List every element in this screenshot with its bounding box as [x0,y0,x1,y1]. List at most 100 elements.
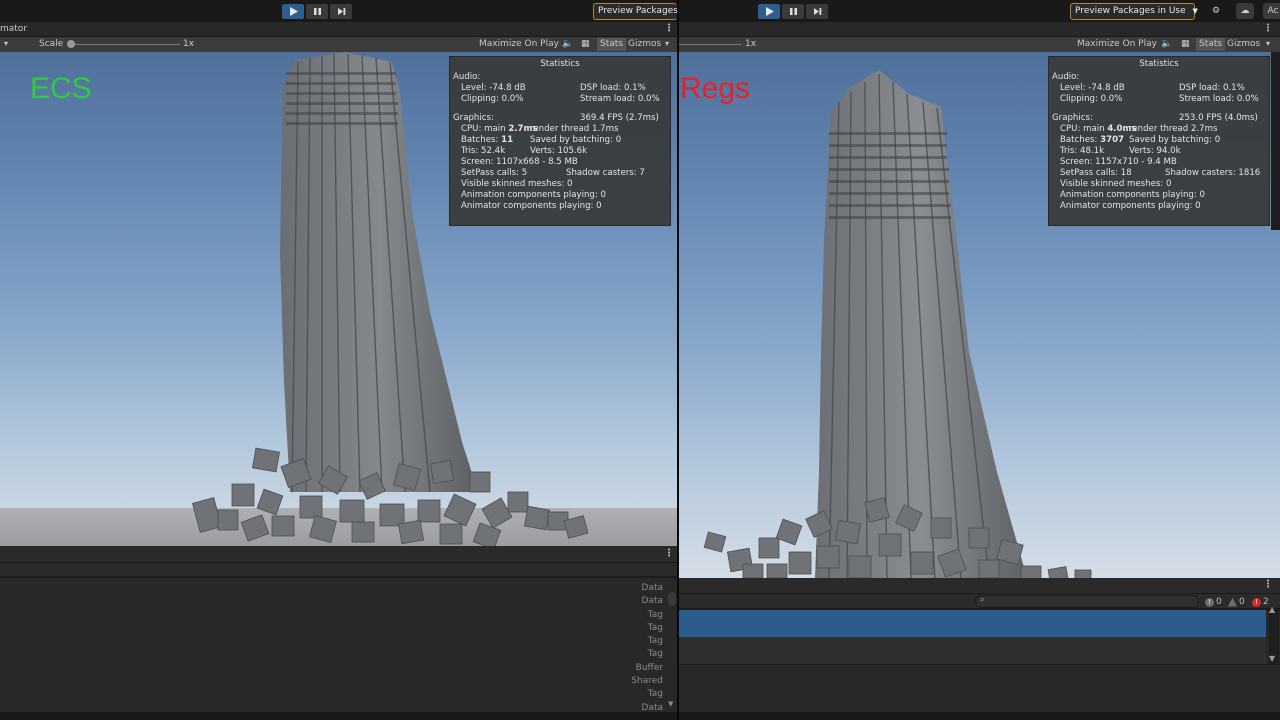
game-tab-row: ⋮ [679,22,1280,37]
audio-header: Audio: [453,72,481,82]
step-button[interactable] [330,4,352,19]
mute-audio-icon[interactable]: 🔈 [562,39,573,49]
cloud-icon[interactable]: ☁ [1236,3,1254,19]
scale-slider-track[interactable] [679,44,741,45]
saved-by-batching: Saved by batching: 0 [530,135,622,145]
screen-info: Screen: 1107x668 - 8.5 MB [461,157,578,167]
scale-slider-handle[interactable] [67,40,75,48]
graphics-header: Graphics: [453,113,494,123]
more-options-icon[interactable]: ⋮ [664,23,674,34]
status-bar [0,712,677,720]
component-type-column: Data Data Tag Tag Tag Tag Buffer Shared … [631,582,663,715]
step-button[interactable] [806,4,828,19]
scroll-down-arrow-icon[interactable]: ▼ [1269,654,1275,663]
scroll-down-arrow-icon[interactable]: ▼ [668,700,673,708]
visible-skinned-meshes: Visible skinned meshes: 0 [461,179,573,189]
dsp-load: DSP load: 0.1% [1179,83,1245,93]
game-viewport[interactable]: ECS Statistics Audio: Level: -74.8 dB DSP… [0,52,677,546]
maximize-on-play-toggle[interactable]: Maximize On Play [1077,39,1157,49]
shadow-casters: Shadow casters: 1816 [1165,168,1261,178]
account-button[interactable]: Ac [1263,3,1280,19]
mute-audio-icon[interactable]: 🔈 [1161,39,1172,49]
viewport-scrollbar[interactable] [1271,52,1280,230]
component-type: Data [641,596,664,607]
pause-button[interactable] [782,4,804,19]
pause-icon [789,8,797,15]
window-tab-title[interactable]: mator [0,24,27,34]
clipping: Clipping: 0.0% [1060,94,1123,104]
batches-prefix: Batches: [1060,135,1101,145]
tris: Tris: 52.4k [461,146,506,156]
fps-readout: 369.4 FPS (2.7ms) [580,113,659,123]
console-toolbar: ⌕ ! 0 0 ! 2 [679,594,1280,609]
scale-slider-track[interactable] [70,44,180,45]
console-options-icon[interactable]: ⋮ [1263,579,1273,590]
play-button[interactable] [282,4,304,19]
stats-toggle[interactable]: Stats [597,38,626,51]
gizmos-chevron-icon[interactable]: ▾ [1266,39,1270,48]
component-type: Tag [647,622,663,633]
component-type: Data [641,583,664,593]
stats-toggle[interactable]: Stats [1196,38,1225,51]
game-view-toolbar: 1x Maximize On Play 🔈 ▦ Stats Gizmos ▾ [679,37,1280,52]
bottom-panel-options-icon[interactable]: ⋮ [664,548,674,559]
component-list: Data Data Tag Tag Tag Tag Buffer Shared … [0,578,677,715]
dropdown-arrow-icon[interactable]: ▾ [4,39,8,48]
game-viewport[interactable]: Regs Statistics Audio: Level: -74.8 dB DS… [679,52,1280,578]
search-icon: ⌕ [980,595,985,604]
console-log-list: ▲ ▼ [679,605,1280,712]
error-count-toggle[interactable]: ! 2 [1252,597,1269,607]
stream-load: Stream load: 0.0% [1179,94,1259,104]
shadow-casters: Shadow casters: 7 [566,168,645,178]
gizmos-dropdown[interactable]: Gizmos [628,39,661,49]
account-label: Ac [1267,6,1279,16]
console-log-entry[interactable] [679,637,1266,664]
step-icon [813,8,821,15]
component-type: Tag [647,636,663,647]
gizmos-chevron-icon[interactable]: ▾ [665,39,669,48]
info-count-toggle[interactable]: ! 0 [1205,597,1222,607]
animation-components: Animation components playing: 0 [461,190,606,200]
play-button[interactable] [758,4,780,19]
audio-header: Audio: [1052,72,1080,82]
info-count: 0 [1216,597,1222,607]
console-log-entry-selected[interactable] [679,610,1266,637]
preview-packages-label: Preview Packages in Use [1075,6,1186,16]
game-view-toolbar: ▾ Scale 1x Maximize On Play 🔈 ▦ Stats Gi… [0,37,677,52]
component-list-scrollbar[interactable] [668,592,676,606]
statistics-title: Statistics [1139,59,1179,69]
toolbar: Preview Packages [0,0,677,22]
warning-icon [1228,597,1237,607]
cpu-main: CPU: main 4.0ms [1060,124,1137,135]
preview-packages-button[interactable]: Preview Packages [593,3,677,20]
warning-count-toggle[interactable]: 0 [1228,597,1245,607]
gizmos-dropdown[interactable]: Gizmos [1227,39,1260,49]
pause-button[interactable] [306,4,328,19]
more-options-icon[interactable]: ⋮ [1263,23,1273,34]
audio-level: Level: -74.8 dB [461,83,526,93]
playmode-controls [282,4,352,19]
graphics-header: Graphics: [1052,113,1093,123]
settings-gear-icon[interactable]: ⚙ [1208,3,1224,19]
error-count: 2 [1263,597,1269,607]
cpu-main: CPU: main 2.7ms [461,124,538,135]
animation-components: Animation components playing: 0 [1060,190,1205,200]
step-icon [337,8,345,15]
screen-info: Screen: 1157x710 - 9.4 MB [1060,157,1177,167]
preview-packages-label: Preview Packages [598,6,677,16]
animator-components: Animator components playing: 0 [461,201,602,211]
batches-prefix: Batches: [461,135,502,145]
statistics-title: Statistics [540,59,580,69]
preview-packages-button[interactable]: Preview Packages in Use ▼ [1070,3,1198,20]
console-header: ⋮ [679,578,1280,594]
scroll-up-arrow-icon[interactable]: ▲ [1269,605,1275,614]
playmode-controls [758,4,828,19]
info-icon: ! [1205,597,1214,607]
maximize-on-play-toggle[interactable]: Maximize On Play [479,39,559,49]
display-grid-icon[interactable]: ▦ [1181,39,1190,49]
display-grid-icon[interactable]: ▦ [581,39,590,49]
component-type: Tag [647,609,663,620]
console-search-input[interactable]: ⌕ [975,595,1199,608]
play-icon [765,7,774,16]
setpass-calls: SetPass calls: 18 [1060,168,1132,178]
